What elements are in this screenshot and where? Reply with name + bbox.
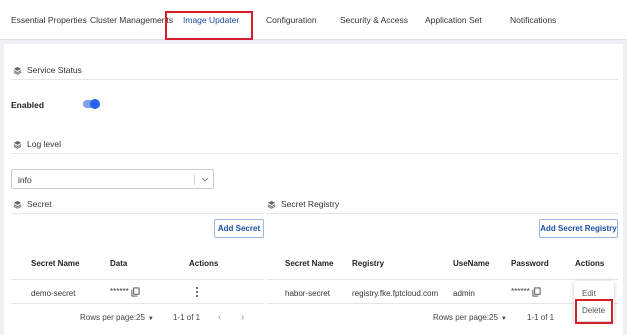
chevron-right-icon[interactable]: › (241, 312, 244, 323)
registry-row-password: ****** (511, 287, 541, 297)
layers-icon (13, 200, 22, 209)
secret-page-range: 1-1 of 1 (173, 313, 201, 322)
registry-col-password: Password (511, 259, 549, 268)
tab-application-set[interactable]: Application Set (425, 12, 482, 28)
secret-registry-section: Secret Registry (267, 199, 339, 209)
registry-row-password-value: ****** (511, 287, 530, 297)
registry-col-username: UseName (453, 259, 490, 268)
divider (11, 213, 264, 214)
divider (267, 279, 618, 280)
chevron-down-icon (201, 177, 209, 182)
secret-rows-per-page: Rows per page: (80, 313, 136, 322)
enabled-toggle[interactable] (83, 99, 100, 109)
secret-registry-title: Secret Registry (281, 199, 340, 209)
delete-highlight-box (575, 299, 613, 324)
tab-security-access[interactable]: Security & Access (340, 12, 408, 28)
add-secret-button[interactable]: Add Secret (214, 219, 264, 238)
caret-down-icon: ▼ (500, 316, 507, 322)
tab-essential-properties[interactable]: Essential Properties (11, 12, 87, 28)
divider (267, 213, 618, 214)
divider (11, 153, 618, 154)
secret-rows-per-page-select[interactable]: 25 ▼ (136, 313, 154, 322)
secret-title: Secret (27, 199, 52, 209)
secret-col-name: Secret Name (31, 259, 80, 268)
layers-icon (13, 140, 22, 149)
secret-col-data: Data (110, 259, 128, 268)
divider (11, 79, 618, 80)
registry-col-actions: Actions (575, 259, 605, 268)
tab-notifications[interactable]: Notifications (510, 12, 556, 28)
log-level-title: Log level (27, 139, 62, 149)
secret-row-data-value: ****** (110, 287, 129, 297)
tab-highlight-box (165, 11, 253, 40)
caret-down-icon: ▼ (147, 316, 154, 322)
registry-col-name: Secret Name (285, 259, 334, 268)
registry-row-username: admin (453, 289, 475, 298)
service-status-section: Service Status (13, 65, 82, 75)
chevron-left-icon[interactable]: ‹ (218, 312, 221, 323)
copy-icon[interactable] (532, 287, 541, 297)
tab-cluster-managements[interactable]: Cluster Managements (90, 12, 173, 28)
secret-row-name: demo-secret (31, 289, 76, 298)
add-secret-registry-button[interactable]: Add Secret Registry (539, 219, 618, 238)
secret-rows-per-page-value: 25 (136, 313, 145, 322)
divider (267, 303, 618, 304)
menu-item-edit[interactable]: Edit (582, 289, 596, 298)
secret-section: Secret (13, 199, 52, 209)
tab-configuration[interactable]: Configuration (266, 12, 317, 28)
toggle-knob (90, 99, 100, 109)
copy-icon[interactable] (131, 287, 140, 297)
registry-rows-per-page-select[interactable]: 25 ▼ (489, 313, 507, 322)
layers-icon (13, 66, 22, 75)
registry-row-name: habor-secret (285, 289, 330, 298)
tab-bar: Essential Properties Cluster Managements… (0, 0, 627, 40)
registry-row-registry: registry.fke.fptcloud.com (352, 289, 439, 298)
registry-col-registry: Registry (352, 259, 385, 268)
registry-rows-per-page: Rows per page: (433, 313, 489, 322)
registry-rows-per-page-label: Rows per page: (433, 313, 490, 322)
select-separator (194, 174, 195, 185)
divider (11, 303, 264, 304)
registry-page-range: 1-1 of 1 (527, 313, 555, 322)
log-level-section: Log level (13, 139, 61, 149)
secret-row-data: ****** (110, 287, 140, 297)
log-level-value: info (18, 175, 32, 185)
divider (11, 279, 264, 280)
layers-icon (267, 200, 276, 209)
registry-rows-per-page-value: 25 (489, 313, 498, 322)
secret-col-actions: Actions (189, 259, 219, 268)
service-status-title: Service Status (27, 65, 82, 75)
enabled-label: Enabled (11, 100, 45, 110)
secret-rows-per-page-label: Rows per page: (80, 313, 137, 322)
log-level-select[interactable]: info (11, 169, 214, 189)
kebab-icon[interactable] (194, 287, 200, 299)
